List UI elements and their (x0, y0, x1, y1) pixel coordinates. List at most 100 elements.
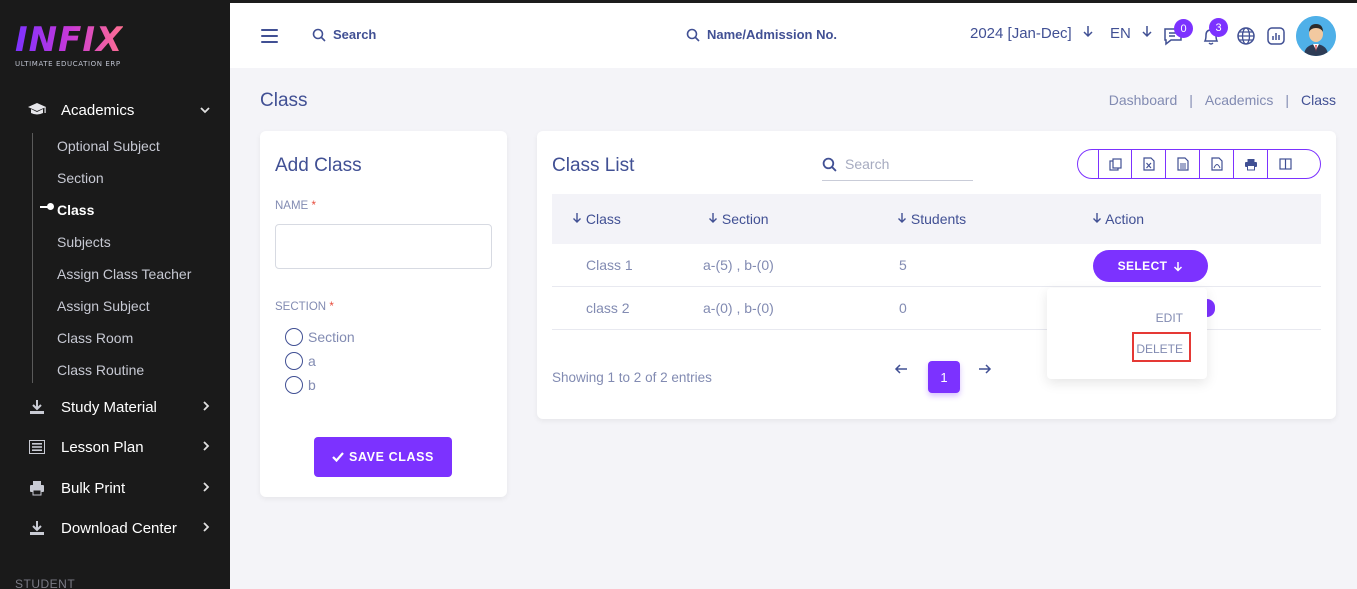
website-button[interactable] (1235, 25, 1257, 47)
notifications-count-badge: 3 (1209, 18, 1228, 37)
select-action-button[interactable]: SELECT (1093, 250, 1208, 282)
global-search[interactable]: Search (312, 27, 376, 42)
sidebar-subitem-subjects[interactable]: Subjects (57, 234, 111, 250)
reports-button[interactable] (1265, 25, 1287, 47)
radio-label: a (308, 353, 316, 369)
chevron-right-icon (202, 400, 210, 414)
table-row: Class 1 a-(5) , b-(0) 5 SELECT (552, 244, 1321, 287)
save-class-button[interactable]: SAVE CLASS (314, 437, 452, 477)
language-selector[interactable]: EN (1110, 25, 1153, 42)
csv-button[interactable] (1166, 150, 1200, 178)
chart-icon (1267, 27, 1285, 45)
required-mark: * (329, 301, 334, 313)
column-header-section[interactable]: Section (708, 211, 769, 227)
section-label: SECTION * (275, 301, 334, 313)
export-toolbar (1077, 149, 1321, 179)
action-dropdown-menu: EDIT DELETE (1047, 288, 1207, 379)
pdf-icon (1210, 157, 1223, 171)
globe-icon (1237, 27, 1255, 45)
messages-count-badge: 0 (1174, 19, 1193, 38)
search-icon (822, 157, 837, 172)
printer-icon (24, 480, 50, 496)
class-name-input[interactable] (275, 224, 492, 269)
sidebar-item-label: Study Material (61, 398, 157, 416)
excel-icon (1142, 157, 1155, 171)
breadcrumb: Dashboard | Academics | Class (1109, 92, 1336, 108)
arrow-down-icon (1174, 261, 1183, 272)
page-number-button[interactable]: 1 (928, 361, 960, 393)
columns-icon (1278, 158, 1292, 170)
sidebar-item-study-material[interactable]: Study Material (0, 387, 230, 427)
sidebar-item-label: Bulk Print (61, 479, 126, 497)
table-search-input[interactable]: Search (822, 148, 973, 181)
print-button[interactable] (1234, 150, 1268, 178)
column-header-label: Section (721, 211, 769, 227)
class-list-title: Class List (552, 155, 635, 176)
sidebar-subitem-class[interactable]: Class (57, 202, 94, 218)
section-radio-a[interactable]: a (285, 352, 316, 370)
file-text-icon (1176, 157, 1189, 171)
sidebar-item-lesson-plan[interactable]: Lesson Plan (0, 427, 230, 467)
prev-page-button[interactable] (894, 362, 908, 378)
required-mark: * (311, 200, 316, 212)
menu-toggle-icon[interactable] (261, 29, 278, 43)
sidebar-item-label: Download Center (61, 519, 177, 537)
sidebar-subitem-class-room[interactable]: Class Room (57, 330, 133, 346)
download-icon (24, 399, 50, 415)
sidebar-subitem-section[interactable]: Section (57, 170, 104, 186)
breadcrumb-academics[interactable]: Academics (1205, 92, 1273, 108)
search-icon (312, 28, 326, 42)
graduation-cap-icon (24, 102, 50, 118)
columns-button[interactable] (1268, 150, 1302, 178)
radio-circle[interactable] (285, 376, 303, 394)
cell-class: class 2 (586, 300, 630, 316)
cell-section: a-(5) , b-(0) (703, 257, 774, 273)
section-radio-b[interactable]: b (285, 376, 316, 394)
next-page-button[interactable] (978, 362, 992, 378)
radio-circle[interactable] (285, 352, 303, 370)
search-placeholder: Search (845, 156, 890, 172)
save-class-label: SAVE CLASS (349, 450, 434, 464)
sidebar-subitem-optional-subject[interactable]: Optional Subject (57, 138, 160, 154)
select-action-button-obscured[interactable] (1207, 299, 1215, 317)
logo-text: INFIX (15, 20, 124, 60)
column-header-class[interactable]: Class (572, 211, 621, 227)
search-icon (686, 28, 700, 42)
section-radio-section[interactable]: Section (285, 328, 355, 346)
sidebar-item-academics[interactable]: Academics (0, 90, 230, 130)
copy-icon (1108, 157, 1122, 171)
academic-year-value: 2024 [Jan-Dec] (970, 25, 1072, 42)
sidebar: INFIX ULTIMATE EDUCATION ERP Academics O… (0, 0, 230, 589)
radio-circle[interactable] (285, 328, 303, 346)
arrow-down-icon (1142, 26, 1152, 38)
edit-menu-item[interactable]: EDIT (1156, 311, 1183, 325)
chevron-down-icon (200, 103, 210, 117)
cell-students: 0 (899, 300, 907, 316)
copy-button[interactable] (1098, 150, 1132, 178)
sidebar-item-download-center[interactable]: Download Center (0, 508, 230, 548)
page-title: Class (260, 90, 308, 111)
column-header-students[interactable]: Students (897, 211, 966, 227)
breadcrumb-dashboard[interactable]: Dashboard (1109, 92, 1178, 108)
sort-arrow-icon (709, 213, 717, 223)
logo[interactable]: INFIX ULTIMATE EDUCATION ERP (15, 22, 123, 68)
download-icon (24, 520, 50, 536)
excel-button[interactable] (1132, 150, 1166, 178)
sort-arrow-icon (1093, 213, 1101, 223)
academic-year-selector[interactable]: 2024 [Jan-Dec] (970, 25, 1094, 42)
sidebar-subitem-assign-subject[interactable]: Assign Subject (57, 298, 150, 314)
delete-highlight-box (1132, 332, 1191, 362)
add-class-card: Add Class NAME * SECTION * Section a b S… (260, 131, 507, 497)
column-header-label: Students (910, 211, 967, 227)
radio-label: Section (308, 329, 355, 345)
user-avatar[interactable] (1296, 16, 1336, 56)
admission-search[interactable]: Name/Admission No. (686, 27, 837, 42)
sidebar-subitem-class-routine[interactable]: Class Routine (57, 362, 144, 378)
admission-search-label: Name/Admission No. (707, 27, 838, 42)
sidebar-item-bulk-print[interactable]: Bulk Print (0, 468, 230, 508)
pdf-button[interactable] (1200, 150, 1234, 178)
column-header-action[interactable]: Action (1092, 211, 1144, 227)
chevron-right-icon (202, 481, 210, 495)
sidebar-subitem-assign-class-teacher[interactable]: Assign Class Teacher (57, 266, 191, 282)
breadcrumb-current: Class (1300, 92, 1336, 108)
